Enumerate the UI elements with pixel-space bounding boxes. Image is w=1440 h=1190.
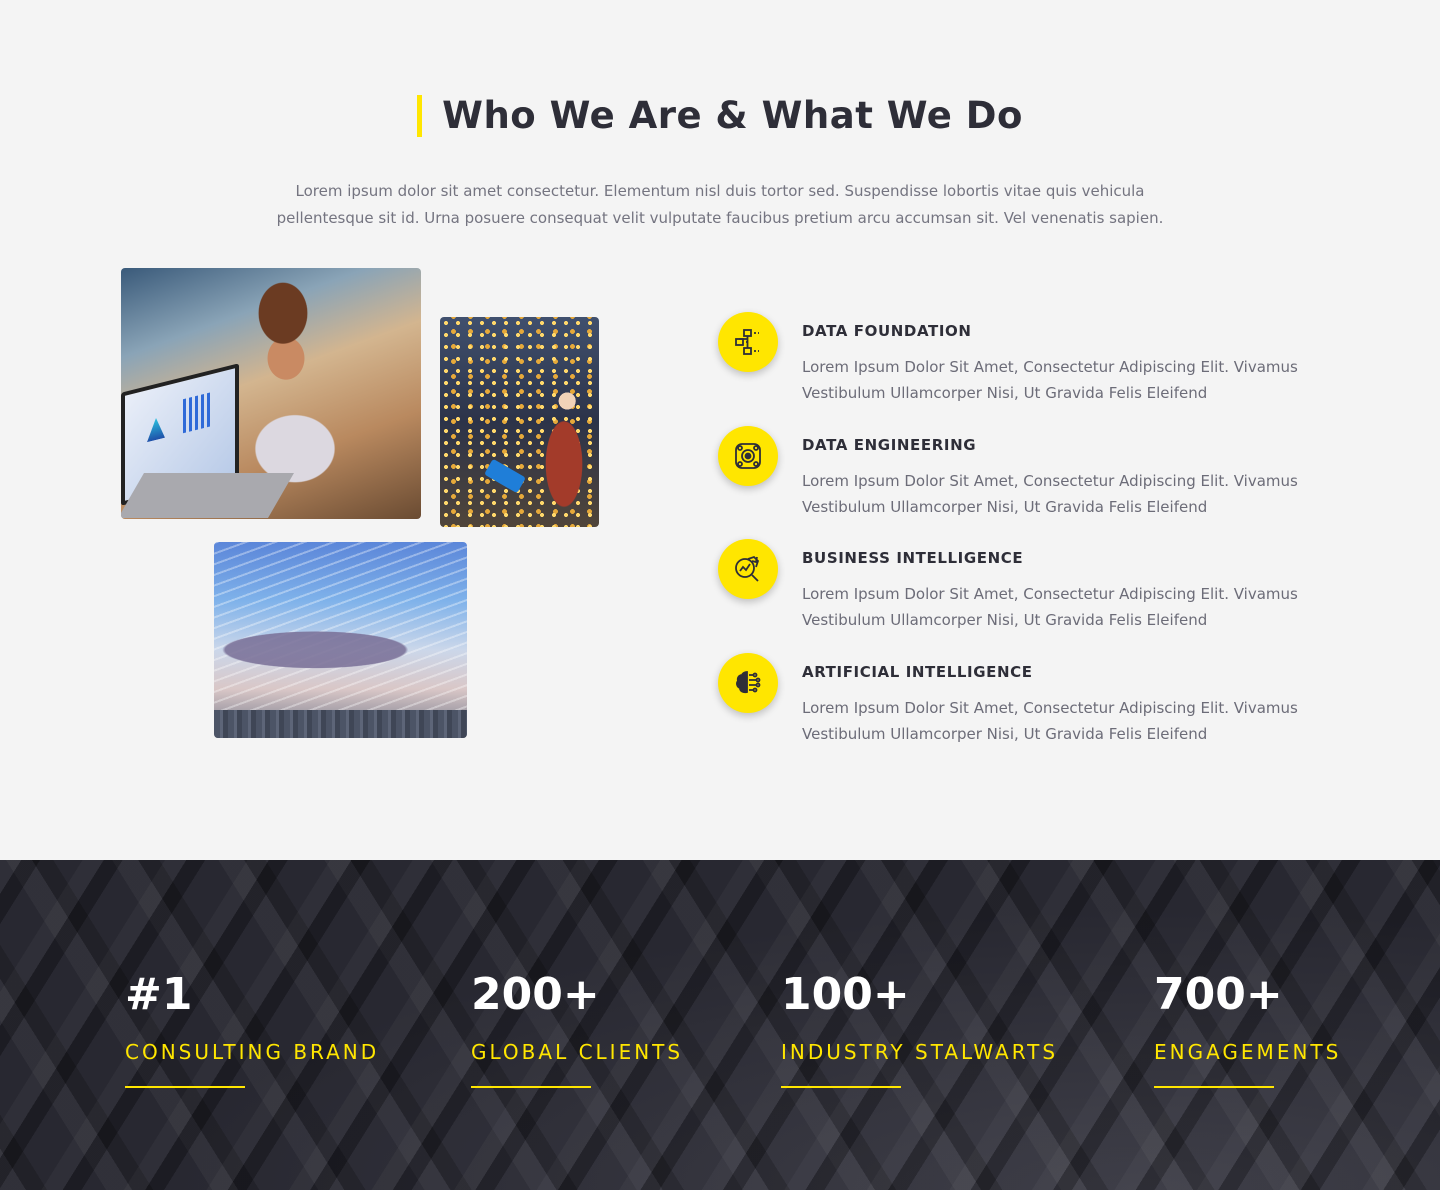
section-title: Who We Are & What We Do — [442, 94, 1023, 137]
stat-label: ENGAGEMENTS — [1154, 1040, 1342, 1064]
service-description: Lorem Ipsum Dolor Sit Amet, Consectetur … — [802, 358, 1298, 402]
tablet-image — [484, 458, 526, 494]
about-section: Who We Are & What We Do Lorem ipsum dolo… — [0, 0, 1440, 860]
stat-underline — [125, 1086, 245, 1088]
stat-value: 700+ — [1154, 969, 1283, 1020]
laptop-keyboard-image — [121, 473, 294, 518]
stat-value: 100+ — [781, 969, 910, 1020]
service-title: DATA ENGINEERING — [802, 435, 977, 454]
service-title: ARTIFICIAL INTELLIGENCE — [802, 662, 1033, 681]
stat-value: 200+ — [471, 969, 600, 1020]
stat-label: CONSULTING BRAND — [125, 1040, 380, 1064]
services-list: DATA FOUNDATION Lorem Ipsum Dolor Sit Am… — [718, 312, 1338, 766]
stat-underline — [471, 1086, 591, 1088]
service-item-artificial-intelligence: ARTIFICIAL INTELLIGENCE Lorem Ipsum Dolo… — [718, 652, 1338, 767]
heading-accent-bar — [417, 94, 423, 137]
service-item-data-engineering: DATA ENGINEERING Lorem Ipsum Dolor Sit A… — [718, 425, 1338, 540]
section-heading: Who We Are & What We Do — [0, 94, 1440, 137]
stat-label: GLOBAL CLIENTS — [471, 1040, 684, 1064]
service-item-data-foundation: DATA FOUNDATION Lorem Ipsum Dolor Sit Am… — [718, 312, 1338, 426]
stat-industry-stalwarts: 100+ INDUSTRY STALWARTS — [781, 970, 1058, 1088]
stat-consulting-brand: #1 CONSULTING BRAND — [125, 970, 379, 1088]
office-woman-tablet-photo — [121, 268, 421, 519]
data-engineering-icon — [718, 425, 778, 486]
business-intelligence-icon — [718, 539, 778, 599]
artificial-intelligence-icon — [718, 652, 778, 713]
service-item-business-intelligence: BUSINESS INTELLIGENCE Lorem Ipsum Dolor … — [718, 539, 1338, 653]
stat-underline — [781, 1086, 901, 1088]
stats-section: #1 CONSULTING BRAND 200+ GLOBAL CLIENTS … — [0, 860, 1440, 1190]
service-description: Lorem Ipsum Dolor Sit Amet, Consectetur … — [802, 585, 1298, 629]
stat-underline — [1154, 1086, 1274, 1088]
stat-label: INDUSTRY STALWARTS — [781, 1040, 1059, 1064]
stat-global-clients: 200+ GLOBAL CLIENTS — [471, 970, 683, 1088]
service-title: DATA FOUNDATION — [802, 322, 972, 340]
data-foundation-icon — [718, 312, 778, 372]
woman-bokeh-lights-photo — [440, 317, 599, 527]
service-title: BUSINESS INTELLIGENCE — [802, 549, 1024, 567]
service-description: Lorem Ipsum Dolor Sit Amet, Consectetur … — [802, 698, 1298, 743]
stat-engagements: 700+ ENGAGEMENTS — [1154, 970, 1341, 1088]
stat-value: #1 — [125, 969, 193, 1020]
city-sky-waves-photo — [214, 542, 467, 738]
service-description: Lorem Ipsum Dolor Sit Amet, Consectetur … — [802, 471, 1298, 516]
city-skyline-image — [214, 710, 467, 738]
section-intro: Lorem ipsum dolor sit amet consectetur. … — [276, 182, 1164, 227]
